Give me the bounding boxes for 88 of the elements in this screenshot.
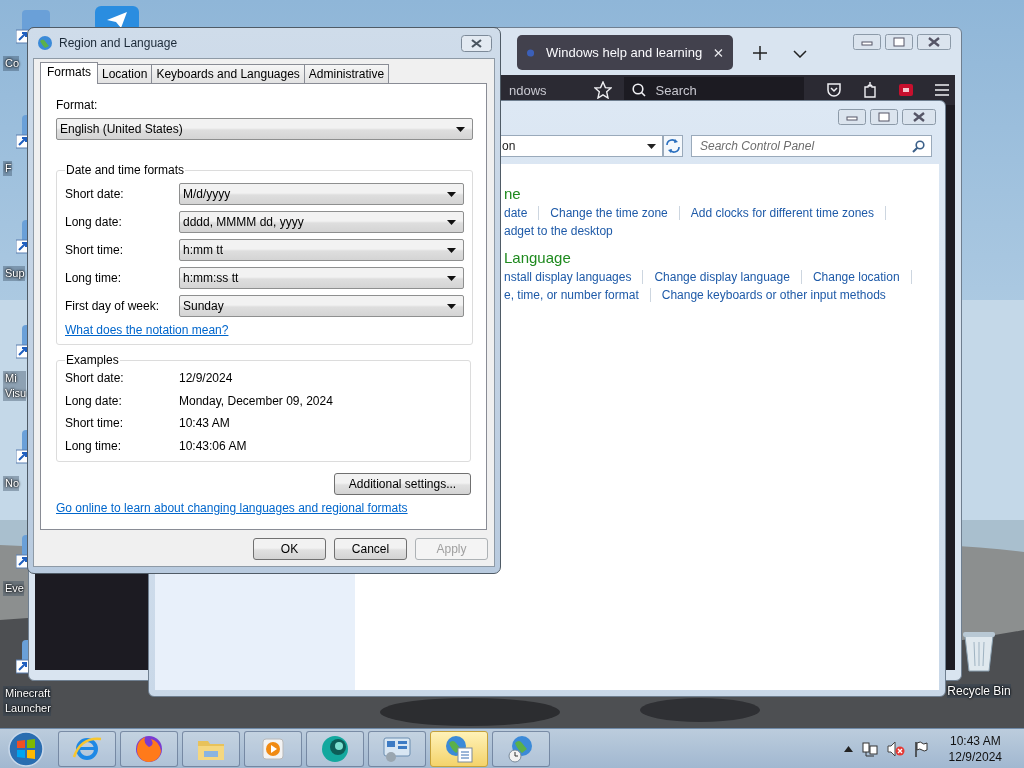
taskbar-button[interactable]: [368, 730, 426, 767]
help-link[interactable]: What does the notation mean?: [65, 323, 229, 337]
taskbar-button[interactable]: [306, 730, 364, 767]
maximize-icon[interactable]: [885, 34, 913, 50]
field-label: Long time:: [65, 438, 123, 453]
field-label: Short date:: [65, 371, 125, 386]
search-field[interactable]: Search Control Panel: [691, 135, 932, 157]
ok-button[interactable]: OK: [253, 538, 326, 560]
search-icon: [912, 139, 925, 153]
field-label: Short time:: [65, 416, 125, 431]
dropdown[interactable]: Sunday: [179, 295, 464, 317]
section-heading: ne: [504, 184, 522, 204]
caret-up-icon[interactable]: [843, 745, 853, 752]
help-link[interactable]: Go online to learn about changing languages and regional formats: [56, 501, 408, 515]
group-title: Examples: [65, 353, 120, 367]
example-value: Monday, December 09, 2024: [179, 393, 334, 408]
field-label: Long date:: [65, 215, 123, 229]
example-value: 10:43:06 AM: [179, 438, 248, 453]
tab[interactable]: Location: [97, 64, 153, 83]
settings-link[interactable]: Change location: [812, 268, 900, 286]
address-text[interactable]: ndows: [509, 82, 547, 98]
tab[interactable]: Keyboards and Languages: [151, 64, 305, 83]
dropdown[interactable]: h:mm:ss tt: [179, 267, 464, 289]
settings-link[interactable]: Change display language: [654, 268, 790, 286]
chevron-icon[interactable]: [793, 50, 807, 58]
taskbar-button[interactable]: [244, 730, 302, 767]
field-label: Short time:: [65, 243, 125, 257]
dropdown[interactable]: English (United States): [56, 118, 473, 140]
icon-label[interactable]: Minecraft Launcher: [3, 686, 51, 716]
search-field[interactable]: Search: [623, 77, 804, 103]
pocket-icon[interactable]: [825, 82, 842, 98]
caret-icon: [447, 219, 456, 225]
search-icon: [631, 83, 646, 97]
caret-icon: [447, 303, 456, 309]
additional-settings-button[interactable]: Additional settings...: [334, 473, 471, 495]
group-title: Date and time formats: [65, 163, 186, 177]
section-heading: Language: [504, 248, 572, 268]
tab-title: Windows help and learning: [546, 45, 703, 60]
close-icon[interactable]: [461, 34, 492, 52]
example-value: 12/9/2024: [179, 371, 234, 386]
cancel-button[interactable]: Cancel: [334, 538, 407, 560]
maximize-icon[interactable]: [870, 109, 898, 125]
dropdown[interactable]: h:mm tt: [179, 239, 464, 261]
new-tab-icon[interactable]: [753, 46, 767, 60]
settings-link[interactable]: e, time, or number format: [504, 286, 639, 304]
globe-icon: [37, 35, 53, 51]
settings-link[interactable]: date: [504, 204, 528, 222]
field-label: Long time:: [65, 271, 123, 285]
taskbar-button[interactable]: [182, 730, 240, 767]
clock-date: 12/9/2024: [948, 748, 1002, 765]
network-icon[interactable]: [861, 740, 878, 757]
tab[interactable]: Administrative: [303, 64, 390, 83]
dropdown[interactable]: M/d/yyyy: [179, 183, 464, 205]
settings-link[interactable]: Add clocks for different time zones: [690, 204, 874, 222]
clock-time: 10:43 AM: [949, 732, 1001, 749]
tab[interactable]: Formats: [40, 62, 98, 84]
caret-icon: [447, 275, 456, 281]
start-orb-icon[interactable]: [6, 729, 46, 768]
example-value: 10:43 AM: [179, 416, 231, 431]
star-icon[interactable]: [593, 81, 612, 99]
settings-link[interactable]: nstall display languages: [504, 268, 632, 286]
icon-label[interactable]: Eve: [3, 581, 24, 596]
speaker-muted-icon[interactable]: [886, 740, 905, 757]
caret-icon: [647, 143, 656, 149]
settings-link[interactable]: Change the time zone: [550, 204, 668, 222]
clock[interactable]: 10:43 AM 12/9/2024: [948, 732, 1002, 765]
dropdown[interactable]: dddd, MMMM dd, yyyy: [179, 211, 464, 233]
field-label: Long date:: [65, 393, 123, 408]
field-label: Short date:: [65, 187, 125, 201]
window-title: Region and Language: [59, 36, 178, 50]
caret-icon: [447, 247, 456, 253]
close-icon[interactable]: [917, 34, 951, 50]
caret-icon: [447, 191, 456, 197]
menu-icon[interactable]: [933, 83, 950, 97]
field-label: Format:: [56, 97, 99, 113]
settings-link[interactable]: adget to the desktop: [504, 222, 613, 240]
globe-icon: [527, 48, 535, 57]
flag-icon[interactable]: [913, 740, 928, 757]
browser-tab[interactable]: Windows help and learning: [517, 35, 733, 70]
shield-icon[interactable]: [897, 82, 914, 98]
settings-link[interactable]: Change keyboards or other input methods: [661, 286, 886, 304]
refresh-icon[interactable]: [663, 135, 683, 157]
taskbar-button[interactable]: [492, 730, 550, 767]
caret-icon: [456, 126, 465, 132]
close-icon[interactable]: [902, 109, 936, 125]
field-label: First day of week:: [65, 299, 161, 313]
taskbar-button[interactable]: [120, 730, 178, 767]
taskbar-button[interactable]: [430, 730, 488, 767]
